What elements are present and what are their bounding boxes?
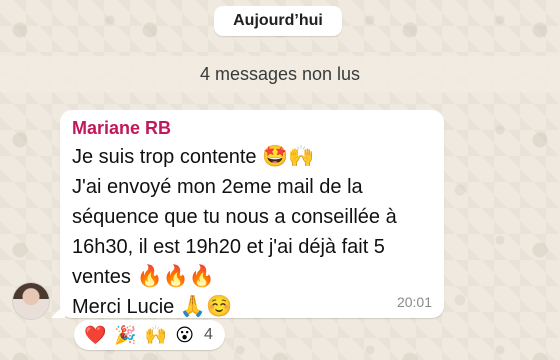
message-line-text: 16h30, il est 19h20 et j'ai déjà fait 5 [72, 236, 385, 258]
party-popper-reaction-icon: 🎉 [114, 324, 137, 346]
date-separator: Aujourd’hui [214, 6, 342, 36]
message-line: ventes 🔥🔥🔥 [72, 262, 428, 292]
message-text: Je suis trop contente 🤩🙌 J'ai envoyé mon… [72, 142, 428, 322]
emoji-glyph: 🔥🔥🔥 [136, 264, 215, 288]
message-line: séquence que tu nous a conseillée à [72, 202, 428, 232]
message-bubble[interactable]: Mariane RB Je suis trop contente 🤩🙌 J'ai… [51, 110, 444, 318]
emoji-glyph: 🙏☺️ [179, 294, 233, 318]
unread-messages-banner: 4 messages non lus [0, 56, 560, 92]
message-line-text: ventes [72, 266, 137, 288]
message-line-text: Merci Lucie [72, 296, 180, 318]
emoji-glyph: 🤩🙌 [262, 144, 315, 168]
message-line-text: Je suis trop contente [72, 146, 263, 168]
heart-reaction-icon: ❤️ [84, 324, 107, 346]
message-timestamp: 20:01 [396, 294, 432, 310]
sender-avatar[interactable] [12, 282, 50, 320]
message-line: Merci Lucie 🙏☺️ [72, 292, 428, 322]
message-line: Je suis trop contente 🤩🙌 [72, 142, 428, 172]
raised-hands-reaction-icon: 🙌 [144, 324, 168, 346]
surprised-face-reaction-icon: 😮 [175, 324, 195, 346]
message-line-text: J'ai envoyé mon 2eme mail de la [72, 176, 363, 198]
message-line: 16h30, il est 19h20 et j'ai déjà fait 5 [72, 232, 428, 262]
message-line: J'ai envoyé mon 2eme mail de la [72, 172, 428, 202]
message-line-text: séquence que tu nous a conseillée à [72, 206, 397, 228]
sender-name[interactable]: Mariane RB [72, 118, 171, 139]
reaction-count: 4 [204, 326, 213, 343]
reactions-bar[interactable]: ❤️ 🎉 🙌 😮 4 [74, 320, 225, 350]
